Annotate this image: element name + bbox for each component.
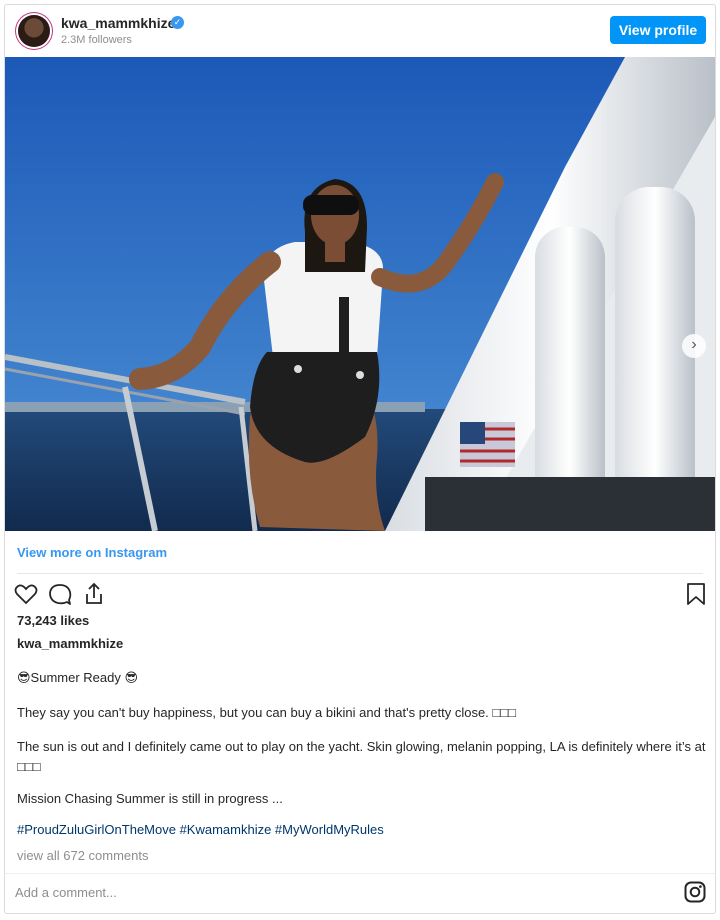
next-slide-button[interactable]: › (682, 334, 706, 358)
caption-line: They say you can't buy happiness, but yo… (17, 705, 516, 720)
post-photo[interactable]: › (5, 57, 715, 531)
username[interactable]: kwa_mammkhize (61, 15, 175, 31)
caption-line: Mission Chasing Summer is still in progr… (17, 791, 283, 806)
photo-image (5, 57, 715, 531)
hashtags[interactable]: #ProudZuluGirlOnTheMove #Kwamamkhize #My… (17, 822, 384, 837)
view-profile-button[interactable]: View profile (610, 16, 706, 44)
follower-count: 2.3M followers (61, 34, 132, 46)
divider (17, 573, 703, 574)
verified-badge-icon: ✓ (171, 16, 184, 29)
post-header: kwa_mammkhize ✓ 2.3M followers View prof… (5, 5, 715, 57)
divider (5, 873, 715, 874)
share-icon[interactable] (81, 581, 107, 607)
caption-line: 😎Summer Ready 😎 (17, 670, 139, 685)
view-comments-link[interactable]: view all 672 comments (17, 848, 149, 863)
comment-icon[interactable] (47, 581, 73, 607)
heart-icon[interactable] (13, 581, 39, 607)
caption-line: The sun is out and I definitely came out… (17, 739, 706, 774)
bookmark-icon[interactable] (683, 581, 709, 607)
add-comment-input[interactable]: Add a comment... (15, 885, 117, 900)
instagram-embed-card: kwa_mammkhize ✓ 2.3M followers View prof… (4, 4, 716, 914)
chevron-right-icon: › (691, 336, 697, 353)
caption-username[interactable]: kwa_mammkhize (17, 636, 123, 651)
view-more-link[interactable]: View more on Instagram (17, 545, 167, 560)
like-count[interactable]: 73,243 likes (17, 613, 89, 628)
instagram-icon[interactable] (684, 881, 706, 903)
avatar[interactable] (18, 15, 50, 47)
